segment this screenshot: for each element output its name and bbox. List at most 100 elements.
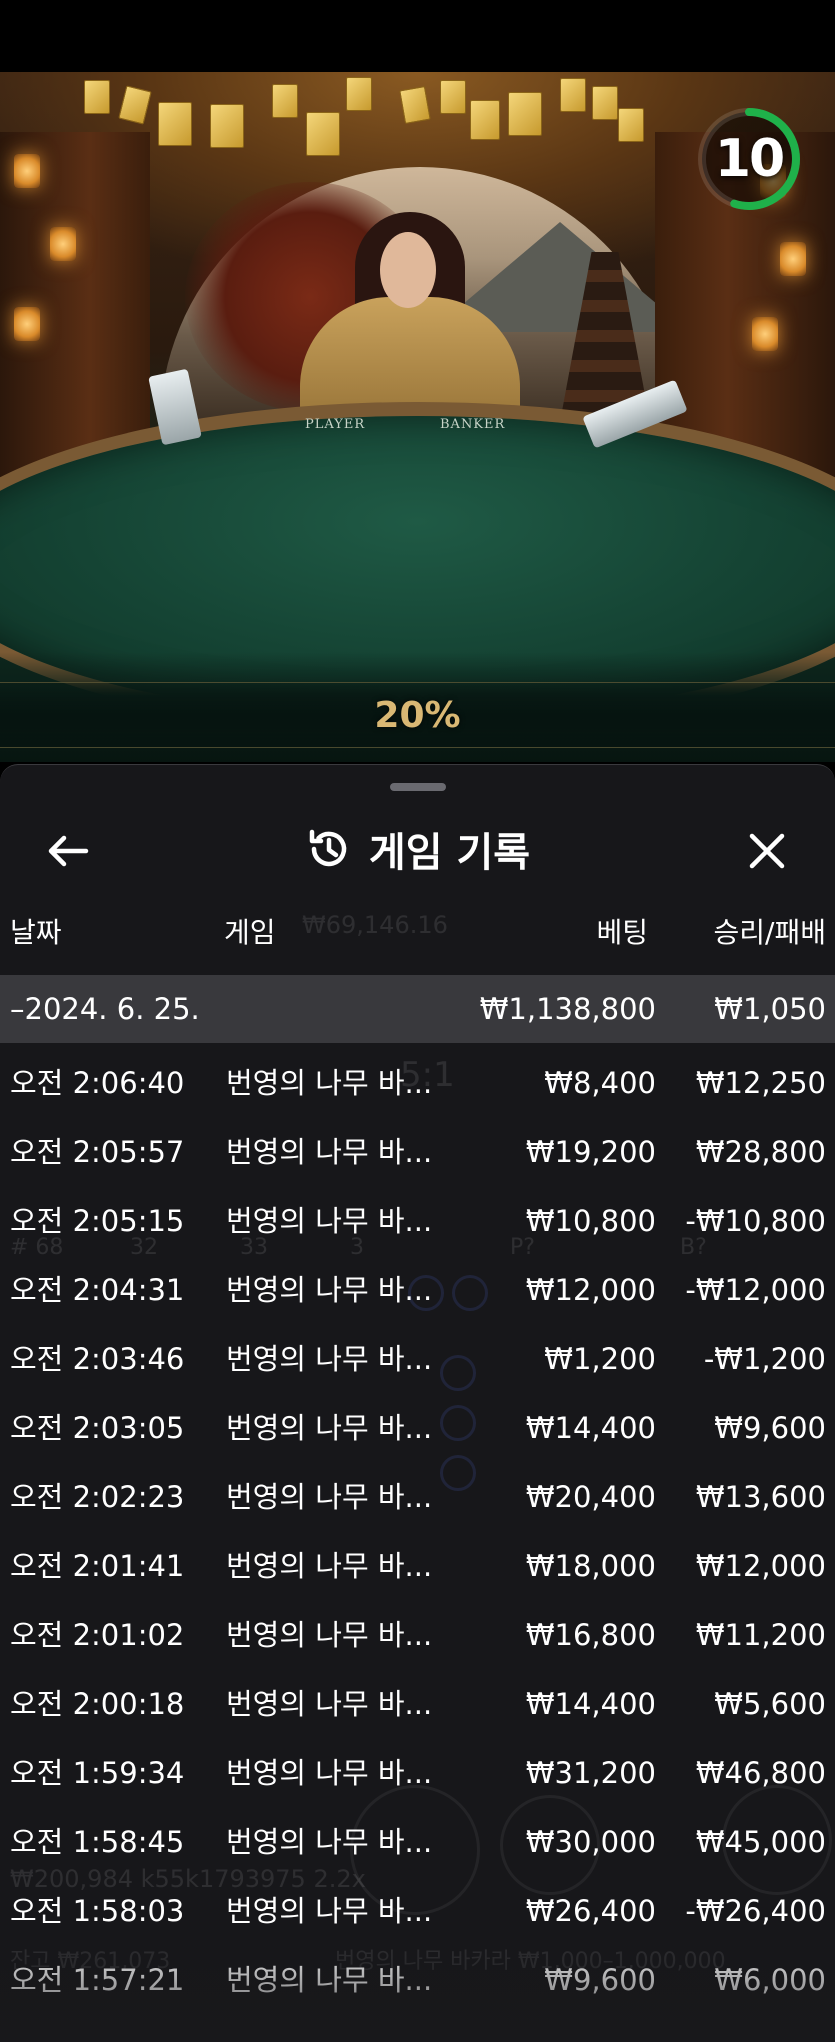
row-bet: ₩20,400 — [525, 1480, 656, 1514]
close-button[interactable] — [739, 823, 795, 879]
sheet-drag-handle[interactable] — [390, 783, 446, 791]
row-result: ₩5,600 — [714, 1687, 826, 1721]
row-game: 번영의 나무 바... — [226, 1687, 433, 1721]
row-bet: ₩9,600 — [544, 1963, 656, 1997]
lantern-icon — [752, 317, 778, 351]
dealer-face — [380, 232, 436, 308]
column-header-game: 게임 — [224, 916, 276, 949]
sheet-title-wrap: 게임 기록 — [0, 817, 835, 881]
hanging-card — [560, 78, 586, 112]
history-row[interactable]: 오전 2:05:15 번영의 나무 바... ₩10,800 -₩10,800 — [0, 1187, 835, 1256]
date-summary-row[interactable]: –2024. 6. 25. ₩1,138,800 ₩1,050 — [0, 975, 835, 1043]
history-row[interactable]: 오전 2:03:46 번영의 나무 바... ₩1,200 -₩1,200 — [0, 1325, 835, 1394]
row-bet: ₩19,200 — [525, 1135, 656, 1169]
hanging-card — [399, 86, 431, 124]
history-row[interactable]: 오전 2:04:31 번영의 나무 바... ₩12,000 -₩12,000 — [0, 1256, 835, 1325]
row-game: 번영의 나무 바... — [226, 1204, 433, 1238]
summary-date: –2024. 6. 25. — [10, 992, 200, 1026]
table-label-player: PLAYER — [305, 417, 366, 432]
hanging-card — [346, 77, 372, 111]
hanging-card — [470, 100, 500, 140]
history-row[interactable]: 오전 2:05:57 번영의 나무 바... ₩19,200 ₩28,800 — [0, 1118, 835, 1187]
status-bar — [0, 0, 835, 72]
hanging-card — [440, 80, 466, 114]
row-time: 오전 2:05:57 — [10, 1135, 185, 1169]
countdown-timer: 10 — [714, 129, 785, 189]
row-result: ₩13,600 — [695, 1480, 826, 1514]
hanging-card — [306, 112, 340, 156]
row-result: ₩46,800 — [695, 1756, 826, 1790]
row-result: ₩11,200 — [695, 1618, 826, 1652]
row-result: ₩6,000 — [714, 1963, 826, 1997]
row-time: 오전 2:04:31 — [10, 1273, 185, 1307]
hanging-card — [618, 108, 644, 142]
history-row[interactable]: 오전 2:02:23 번영의 나무 바... ₩20,400 ₩13,600 — [0, 1463, 835, 1532]
row-game: 번영의 나무 바... — [226, 1756, 433, 1790]
lantern-icon — [14, 307, 40, 341]
row-result: ₩28,800 — [695, 1135, 826, 1169]
row-time: 오전 2:00:18 — [10, 1687, 185, 1721]
back-button[interactable] — [36, 823, 100, 879]
row-game: 번영의 나무 바... — [226, 1411, 433, 1445]
row-result: -₩1,200 — [703, 1342, 826, 1376]
row-game: 번영의 나무 바... — [226, 1894, 433, 1928]
column-header-result: 승리/패배 — [713, 916, 826, 949]
row-game: 번영의 나무 바... — [226, 1342, 433, 1376]
row-time: 오전 2:05:15 — [10, 1204, 185, 1238]
row-time: 오전 1:58:03 — [10, 1894, 185, 1928]
sheet-title: 게임 기록 — [368, 830, 531, 876]
row-game: 번영의 나무 바... — [226, 1273, 433, 1307]
history-row[interactable]: 오전 2:03:05 번영의 나무 바... ₩14,400 ₩9,600 — [0, 1394, 835, 1463]
history-row[interactable]: 오전 2:00:18 번영의 나무 바... ₩14,400 ₩5,600 — [0, 1670, 835, 1739]
history-row[interactable]: 오전 1:58:45 번영의 나무 바... ₩30,000 ₩45,000 — [0, 1808, 835, 1877]
column-header-bet: 베팅 — [596, 916, 648, 949]
row-time: 오전 2:01:02 — [10, 1618, 185, 1652]
row-game: 번영의 나무 바... — [226, 1963, 433, 1997]
row-game: 번영의 나무 바... — [226, 1618, 433, 1652]
history-row[interactable]: 오전 1:58:03 번영의 나무 바... ₩26,400 -₩26,400 — [0, 1877, 835, 1946]
row-game: 번영의 나무 바... — [226, 1135, 433, 1169]
row-bet: ₩8,400 — [544, 1066, 656, 1100]
row-bet: ₩14,400 — [525, 1687, 656, 1721]
history-row[interactable]: 오전 1:59:34 번영의 나무 바... ₩31,200 ₩46,800 — [0, 1739, 835, 1808]
hanging-card — [592, 86, 618, 120]
history-row[interactable]: 오전 2:01:41 번영의 나무 바... ₩18,000 ₩12,000 — [0, 1532, 835, 1601]
summary-bet-total: ₩1,138,800 — [479, 992, 656, 1026]
row-game: 번영의 나무 바... — [226, 1066, 433, 1100]
history-row[interactable]: 오전 1:57:21 번영의 나무 바... ₩9,600 ₩6,000 — [0, 1946, 835, 2015]
row-bet: ₩26,400 — [525, 1894, 656, 1928]
sheet-header: 게임 기록 — [0, 805, 835, 895]
row-bet: ₩12,000 — [525, 1273, 656, 1307]
row-result: ₩12,000 — [695, 1549, 826, 1583]
row-game: 번영의 나무 바... — [226, 1825, 433, 1859]
history-row[interactable]: 오전 2:06:40 번영의 나무 바... ₩8,400 ₩12,250 — [0, 1049, 835, 1118]
row-game: 번영의 나무 바... — [226, 1549, 433, 1583]
column-header-date: 날짜 — [10, 916, 62, 949]
hanging-card — [210, 104, 244, 148]
row-game: 번영의 나무 바... — [226, 1480, 433, 1514]
row-time: 오전 1:59:34 — [10, 1756, 185, 1790]
multiplier-percent: 20% — [374, 694, 461, 736]
lantern-icon — [14, 154, 40, 188]
row-time: 오전 2:06:40 — [10, 1066, 185, 1100]
game-history-sheet: ₩69,146.16 5:1 # 68 32 33 3 P? B? ₩200,9… — [0, 764, 835, 2042]
lantern-icon — [780, 242, 806, 276]
summary-result-total: ₩1,050 — [714, 992, 826, 1026]
history-clock-icon — [309, 829, 347, 867]
arrow-left-icon — [48, 835, 89, 867]
row-result: ₩9,600 — [714, 1411, 826, 1445]
row-bet: ₩10,800 — [525, 1204, 656, 1238]
lantern-icon — [50, 227, 76, 261]
row-result: ₩45,000 — [695, 1825, 826, 1859]
row-time: 오전 1:58:45 — [10, 1825, 185, 1859]
row-result: ₩12,250 — [695, 1066, 826, 1100]
row-result: -₩12,000 — [685, 1273, 826, 1307]
row-result: -₩10,800 — [685, 1204, 826, 1238]
table-label-banker: BANKER — [440, 417, 506, 432]
ghost-balance: ₩69,146.16 — [302, 911, 448, 939]
hanging-card — [508, 92, 542, 136]
row-result: -₩26,400 — [685, 1894, 826, 1928]
row-bet: ₩16,800 — [525, 1618, 656, 1652]
row-bet: ₩31,200 — [525, 1756, 656, 1790]
history-row[interactable]: 오전 2:01:02 번영의 나무 바... ₩16,800 ₩11,200 — [0, 1601, 835, 1670]
